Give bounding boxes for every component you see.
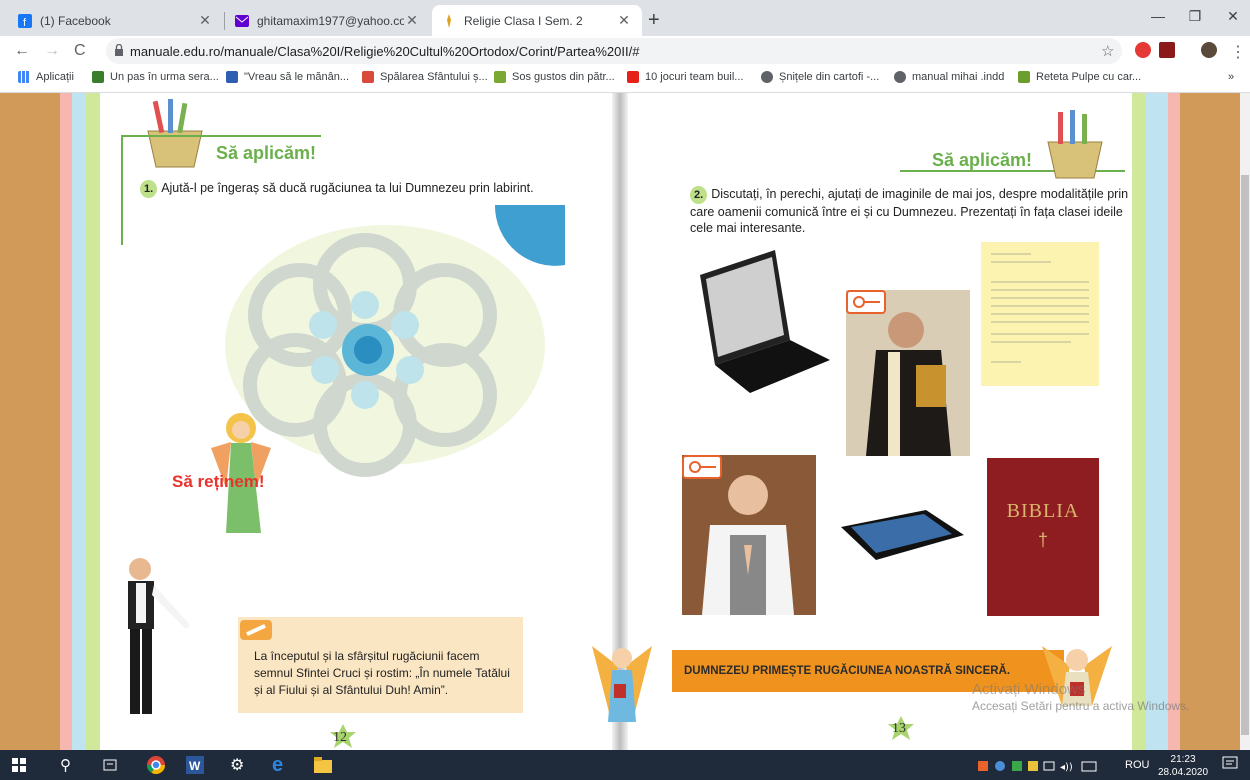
remember-title: Să reținem! bbox=[172, 472, 265, 491]
globe-icon bbox=[761, 71, 773, 83]
tab-title: Religie Clasa I Sem. 2 bbox=[464, 13, 583, 28]
bookmark-apps[interactable]: Aplicații bbox=[18, 71, 74, 83]
close-icon[interactable]: ✕ bbox=[404, 12, 420, 29]
menu-dots-icon[interactable]: ⋮ bbox=[1230, 42, 1246, 62]
bookmark-item[interactable]: Spălarea Sfântului ș... bbox=[362, 71, 488, 83]
remember-text: La începutul și la sfârșitul rugăciunii … bbox=[254, 649, 510, 697]
search-icon[interactable]: ⚲ bbox=[60, 756, 71, 774]
new-tab-button[interactable]: + bbox=[648, 9, 660, 32]
page-number: 13 bbox=[892, 721, 906, 736]
tab-title: (1) Facebook bbox=[40, 13, 111, 28]
decorative-strip bbox=[1168, 93, 1180, 750]
pencil-icon bbox=[240, 620, 272, 640]
maximize-button[interactable]: ❐ bbox=[1180, 8, 1210, 25]
yahoo-mail-icon bbox=[235, 14, 249, 28]
cross-icon: † bbox=[1037, 530, 1048, 550]
bookmark-icon bbox=[92, 71, 104, 83]
clock[interactable]: 21:23 28.04.2020 bbox=[1158, 753, 1208, 779]
youtube-icon bbox=[627, 71, 639, 83]
exercise-text: Ajută-l pe îngeraș să ducă rugăciunea ta… bbox=[161, 181, 534, 195]
more-bookmarks-icon[interactable]: » bbox=[1228, 71, 1234, 83]
boy-illustration bbox=[128, 558, 190, 714]
pencil-cup-icon bbox=[147, 99, 203, 168]
exercise-number: 2. bbox=[690, 186, 708, 204]
svg-text:W: W bbox=[189, 759, 201, 773]
windows-start-icon[interactable] bbox=[12, 758, 26, 775]
clock-date: 28.04.2020 bbox=[1158, 767, 1209, 778]
tray-icons[interactable]: ◂)) bbox=[978, 759, 1098, 776]
bible-image: BIBLIA † bbox=[987, 458, 1099, 616]
bookmark-icon bbox=[226, 71, 238, 83]
bookmark-icon bbox=[362, 71, 374, 83]
decorative-strip bbox=[1132, 93, 1146, 750]
activation-watermark-title: Activați Windows bbox=[972, 681, 1086, 698]
exercise-text: Discutați, în perechi, ajutați de imagin… bbox=[690, 187, 1129, 235]
magnifier-icon bbox=[682, 455, 722, 479]
file-explorer-icon[interactable] bbox=[314, 757, 332, 776]
divider bbox=[121, 135, 123, 245]
tab-religie[interactable]: Religie Clasa I Sem. 2 ✕ bbox=[432, 5, 642, 36]
bookmark-item[interactable]: 10 jocuri team buil... bbox=[627, 71, 743, 83]
bookmark-item[interactable]: Șnițele din cartofi -... bbox=[761, 71, 879, 83]
bookmark-star-icon[interactable]: ☆ bbox=[1101, 42, 1114, 60]
decorative-strip bbox=[1146, 93, 1168, 750]
decorative-strip bbox=[60, 93, 72, 750]
exercise-2: 2. Discutați, în perechi, ajutați de imag… bbox=[690, 186, 1130, 236]
scrollbar-thumb[interactable] bbox=[1241, 175, 1249, 735]
word-icon[interactable]: W bbox=[186, 756, 204, 777]
pencil-cup-icon bbox=[1047, 110, 1103, 179]
tab-strip: f (1) Facebook ✕ ghitamaxim1977@yahoo.co… bbox=[0, 0, 1250, 36]
phone-illustration bbox=[841, 510, 964, 560]
close-icon[interactable]: ✕ bbox=[197, 12, 213, 29]
reload-button[interactable]: C bbox=[74, 42, 86, 60]
tab-title: ghitamaxim1977@yahoo.com - Y bbox=[257, 13, 404, 28]
manual-icon bbox=[442, 13, 456, 28]
url-text[interactable]: manuale.edu.ro/manuale/Clasa%20I/Religie… bbox=[130, 44, 639, 59]
language-indicator[interactable]: ROU bbox=[1125, 759, 1149, 771]
chrome-icon[interactable] bbox=[146, 755, 166, 778]
exercise-1: 1. Ajută-l pe îngeraș să ducă rugăciunea … bbox=[140, 180, 580, 198]
magnifier-icon bbox=[846, 290, 886, 314]
section-title: Să aplicăm! bbox=[216, 143, 317, 163]
bookmark-item[interactable]: Sos gustos din pătr... bbox=[494, 71, 615, 83]
tab-facebook[interactable]: f (1) Facebook ✕ bbox=[8, 5, 223, 36]
notifications-icon[interactable] bbox=[1222, 756, 1238, 775]
tab-yahoo-mail[interactable]: ghitamaxim1977@yahoo.com - Y ✕ bbox=[225, 5, 430, 36]
bookmark-item[interactable]: Un pas în urma sera... bbox=[92, 71, 219, 83]
bookmark-icon bbox=[494, 71, 506, 83]
adblock-extension-icon[interactable] bbox=[1135, 42, 1151, 58]
section-title: Să aplicăm! bbox=[932, 150, 1033, 170]
edge-icon[interactable]: e bbox=[272, 754, 283, 777]
bookmark-item[interactable]: manual mihai .indd bbox=[894, 71, 1004, 83]
laptop-illustration bbox=[700, 250, 830, 393]
close-icon[interactable]: ✕ bbox=[616, 12, 632, 29]
extension-icon[interactable] bbox=[1159, 42, 1175, 58]
page-number: 12 bbox=[333, 730, 347, 745]
bible-label: BIBLIA bbox=[1006, 500, 1080, 522]
decorative-strip bbox=[72, 93, 86, 750]
globe-icon bbox=[894, 71, 906, 83]
banner-text: DUMNEZEU PRIMEȘTE RUGĂCIUNEA NOASTRĂ SIN… bbox=[684, 665, 1011, 677]
activation-watermark-text[interactable]: Accesați Setări pentru a activa Windows. bbox=[972, 699, 1189, 713]
apps-grid-icon bbox=[18, 71, 30, 83]
facebook-icon: f bbox=[18, 13, 32, 28]
bookmark-item[interactable]: Reteta Pulpe cu car... bbox=[1018, 71, 1141, 83]
bookmark-icon bbox=[1018, 71, 1030, 83]
forward-button[interactable]: → bbox=[44, 42, 60, 60]
svg-text:◂)): ◂)) bbox=[1060, 762, 1073, 773]
divider bbox=[121, 135, 321, 137]
angel-illustration bbox=[592, 646, 652, 722]
task-view-icon[interactable] bbox=[103, 758, 117, 775]
clock-time: 21:23 bbox=[1170, 754, 1196, 765]
back-button[interactable]: ← bbox=[14, 42, 30, 60]
profile-avatar-icon[interactable] bbox=[1201, 42, 1217, 58]
decorative-strip bbox=[86, 93, 100, 750]
minimize-button[interactable]: — bbox=[1143, 8, 1173, 24]
bookmark-item[interactable]: "Vreau să le mănân... bbox=[226, 71, 349, 83]
lock-icon[interactable] bbox=[114, 43, 124, 59]
exercise-number: 1. bbox=[140, 180, 158, 198]
close-window-button[interactable]: ✕ bbox=[1218, 8, 1248, 25]
settings-gear-icon[interactable]: ⚙ bbox=[230, 755, 244, 775]
letter-image bbox=[981, 242, 1099, 386]
